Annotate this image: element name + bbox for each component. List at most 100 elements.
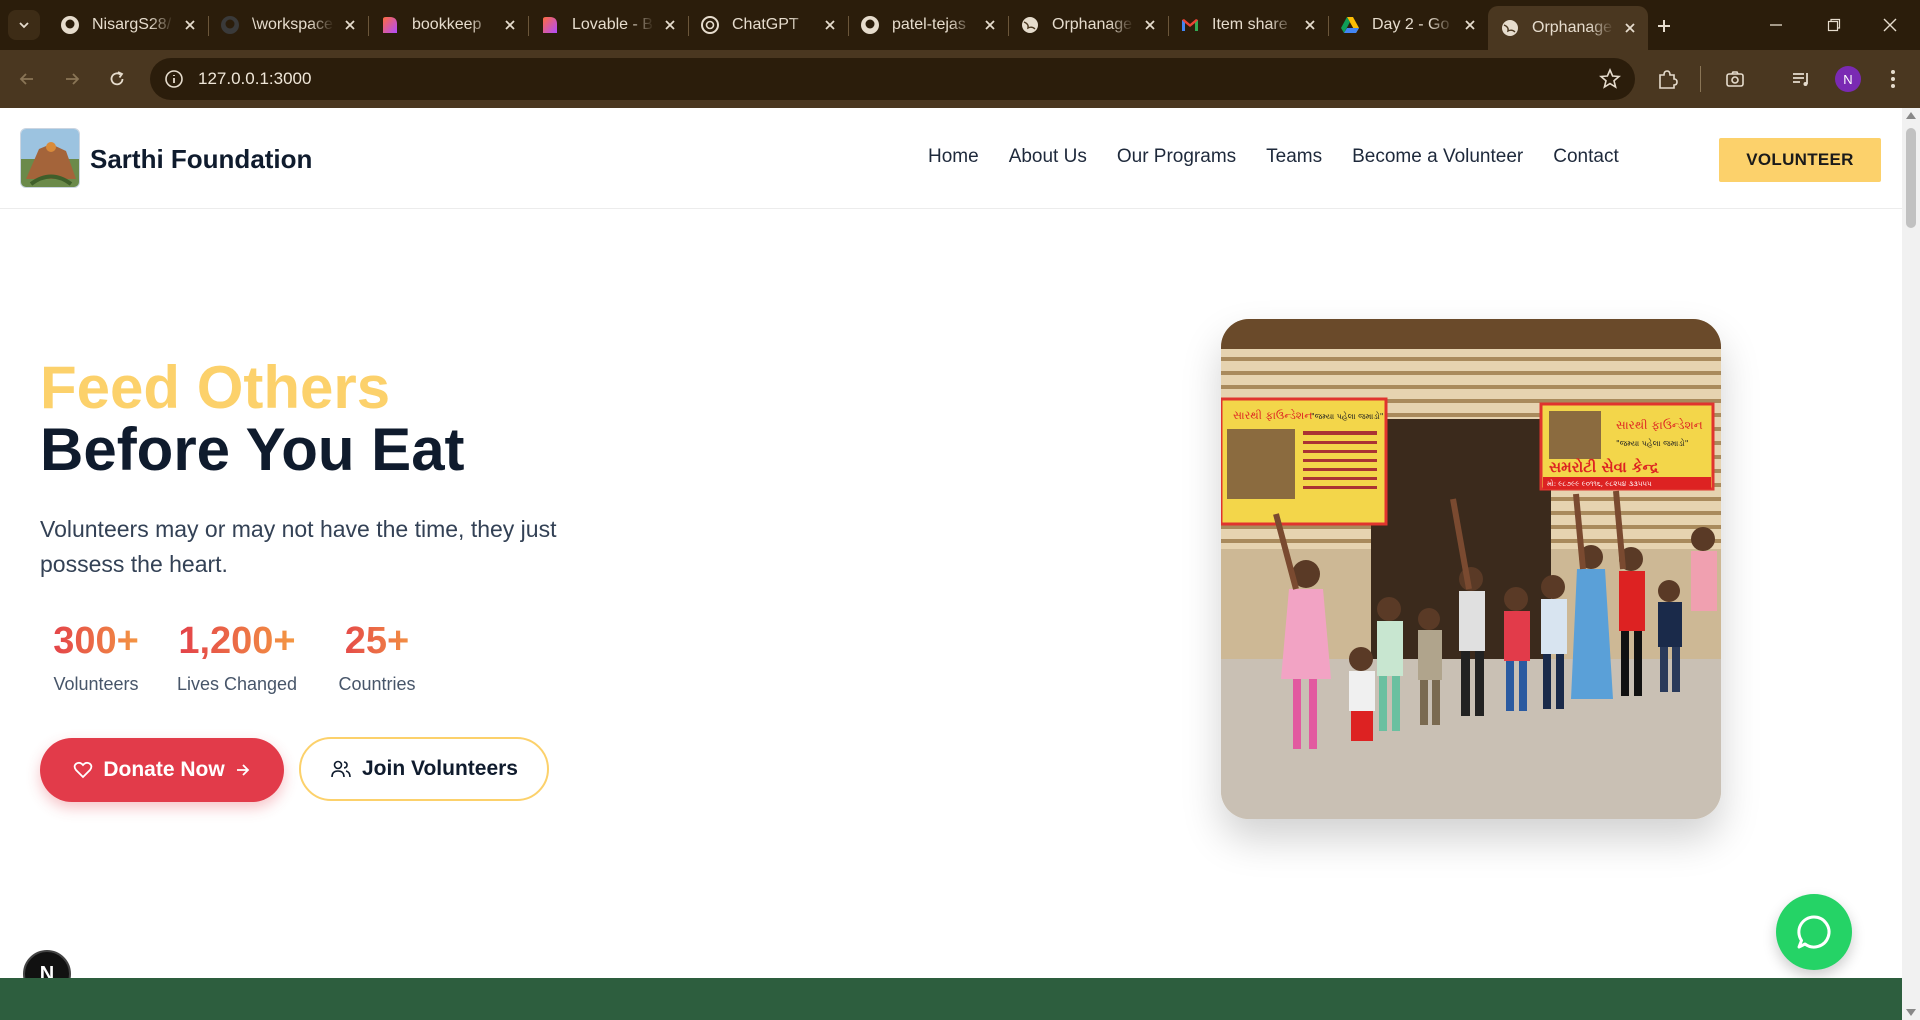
close-icon (1883, 18, 1897, 32)
nav-about-us[interactable]: About Us (1009, 146, 1087, 168)
chatgpt-icon (700, 15, 720, 35)
restore-button[interactable] (1814, 10, 1854, 40)
page-viewport: Sarthi Foundation Home About Us Our Prog… (0, 108, 1902, 1020)
hero-title-main: Before You Eat (40, 416, 465, 483)
reload-button[interactable] (100, 62, 134, 96)
stat-value: 300+ (44, 622, 148, 660)
arrow-right-icon (66, 73, 80, 85)
stat-label: Volunteers (53, 674, 139, 694)
minimize-button[interactable] (1756, 10, 1796, 40)
arrow-right-icon (236, 764, 249, 776)
close-icon[interactable] (1460, 15, 1480, 35)
close-icon[interactable] (1140, 15, 1160, 35)
close-icon[interactable] (820, 15, 840, 35)
chevron-down-icon (19, 22, 29, 29)
tab-title: ChatGPT (732, 16, 799, 33)
github-icon (60, 15, 80, 35)
browser-toolbar: 127.0.0.1:3000 (0, 50, 1920, 108)
stat-volunteers: 300+ Volunteers (44, 622, 148, 695)
scroll-up-arrow[interactable] (1906, 112, 1916, 119)
hero-subtitle: Volunteers may or may not have the time,… (40, 516, 557, 577)
join-volunteers-button[interactable]: Join Volunteers (299, 737, 549, 801)
nav-our-programs[interactable]: Our Programs (1117, 146, 1236, 168)
scroll-down-arrow[interactable] (1906, 1009, 1916, 1016)
tab-title: \workspace (252, 16, 333, 33)
site-brand[interactable]: Sarthi Foundation (90, 144, 312, 175)
sign-right-heading: સારથી ફાઉન્ડેશન (1616, 418, 1703, 432)
screenshot-button[interactable] (1718, 62, 1752, 96)
tab-2[interactable]: bookkeep (368, 8, 528, 42)
sign-right-tagline: "જમ્યા પહેલા જમાડો" (1616, 438, 1688, 448)
github-icon (860, 15, 880, 35)
tab-0[interactable]: NisargS28/ (48, 8, 208, 42)
reload-icon (110, 71, 124, 86)
tab-9-active[interactable]: Orphanage (1488, 6, 1648, 50)
whatsapp-chat-button[interactable] (1776, 894, 1852, 970)
drive-icon (1340, 15, 1360, 35)
donate-label: Donate Now (103, 758, 225, 781)
plus-icon (1658, 20, 1670, 32)
whatsapp-icon (1797, 915, 1831, 949)
address-bar[interactable]: 127.0.0.1:3000 (150, 58, 1635, 100)
camera-icon (1726, 71, 1744, 87)
toolbar-divider (1700, 66, 1701, 92)
close-icon[interactable] (660, 15, 680, 35)
sign-left-tagline: "જમ્યા પહેલા જમાડો" (1311, 411, 1383, 421)
tab-title: Orphanage (1052, 16, 1133, 33)
tab-7[interactable]: Item share (1168, 8, 1328, 42)
close-icon[interactable] (980, 15, 1000, 35)
stat-lives-changed: 1,200+ Lives Changed (170, 622, 304, 695)
nav-contact[interactable]: Contact (1553, 146, 1618, 168)
extensions-button[interactable] (1650, 62, 1684, 96)
back-button[interactable] (10, 62, 44, 96)
close-window-button[interactable] (1870, 10, 1910, 40)
more-vertical-icon (1891, 70, 1895, 88)
tab-title: Lovable - B (572, 16, 653, 33)
nav-home[interactable]: Home (928, 146, 979, 168)
stat-label: Countries (338, 674, 416, 694)
close-icon[interactable] (1300, 15, 1320, 35)
nav-become-volunteer[interactable]: Become a Volunteer (1352, 146, 1523, 168)
close-icon[interactable] (340, 15, 360, 35)
github-icon (220, 15, 240, 35)
main-nav: Home About Us Our Programs Teams Become … (928, 146, 1649, 168)
media-controls-button[interactable] (1784, 62, 1818, 96)
profile-avatar[interactable]: N (1835, 66, 1861, 92)
globe-icon (1020, 15, 1040, 35)
tab-title: Day 2 - Go (1372, 16, 1450, 33)
stat-value: 25+ (330, 622, 424, 660)
minimize-icon (1770, 24, 1782, 26)
tab-title: Orphanage (1532, 19, 1613, 36)
heart-icon (74, 761, 93, 779)
next-section-band (0, 978, 1902, 1020)
tab-4[interactable]: ChatGPT (688, 8, 848, 42)
tab-title: bookkeep (412, 16, 482, 33)
volunteer-button[interactable]: VOLUNTEER (1719, 138, 1881, 182)
tab-search-button[interactable] (8, 10, 40, 40)
tab-5[interactable]: patel-tejas (848, 8, 1008, 42)
close-icon[interactable] (1620, 18, 1640, 38)
forward-button[interactable] (55, 62, 89, 96)
tab-1[interactable]: \workspace (208, 8, 368, 42)
site-info-icon[interactable] (164, 69, 184, 89)
site-header: Sarthi Foundation Home About Us Our Prog… (0, 108, 1902, 209)
new-tab-button[interactable] (1650, 12, 1678, 40)
tab-3[interactable]: Lovable - B (528, 8, 688, 42)
scrollbar-thumb[interactable] (1906, 128, 1916, 228)
lovable-icon (380, 15, 400, 35)
page-scrollbar[interactable] (1902, 108, 1920, 1020)
stat-value: 1,200+ (170, 622, 304, 660)
browser-menu-button[interactable] (1876, 62, 1910, 96)
hero-photo: સારથી ફાઉન્ડેશન "જમ્યા પહેલા જમાડો" સારથ… (1221, 319, 1721, 819)
site-logo[interactable] (20, 128, 80, 188)
close-icon[interactable] (180, 15, 200, 35)
nav-teams[interactable]: Teams (1266, 146, 1322, 168)
close-icon[interactable] (500, 15, 520, 35)
bookmark-star-icon[interactable] (1599, 68, 1621, 90)
tab-6[interactable]: Orphanage (1008, 8, 1168, 42)
lovable-icon (540, 15, 560, 35)
sign-left-heading: સારથી ફાઉન્ડેશન (1233, 409, 1312, 422)
donate-now-button[interactable]: Donate Now (40, 738, 284, 802)
tab-8[interactable]: Day 2 - Go (1328, 8, 1488, 42)
hero-title-highlight: Feed Others (40, 354, 391, 421)
